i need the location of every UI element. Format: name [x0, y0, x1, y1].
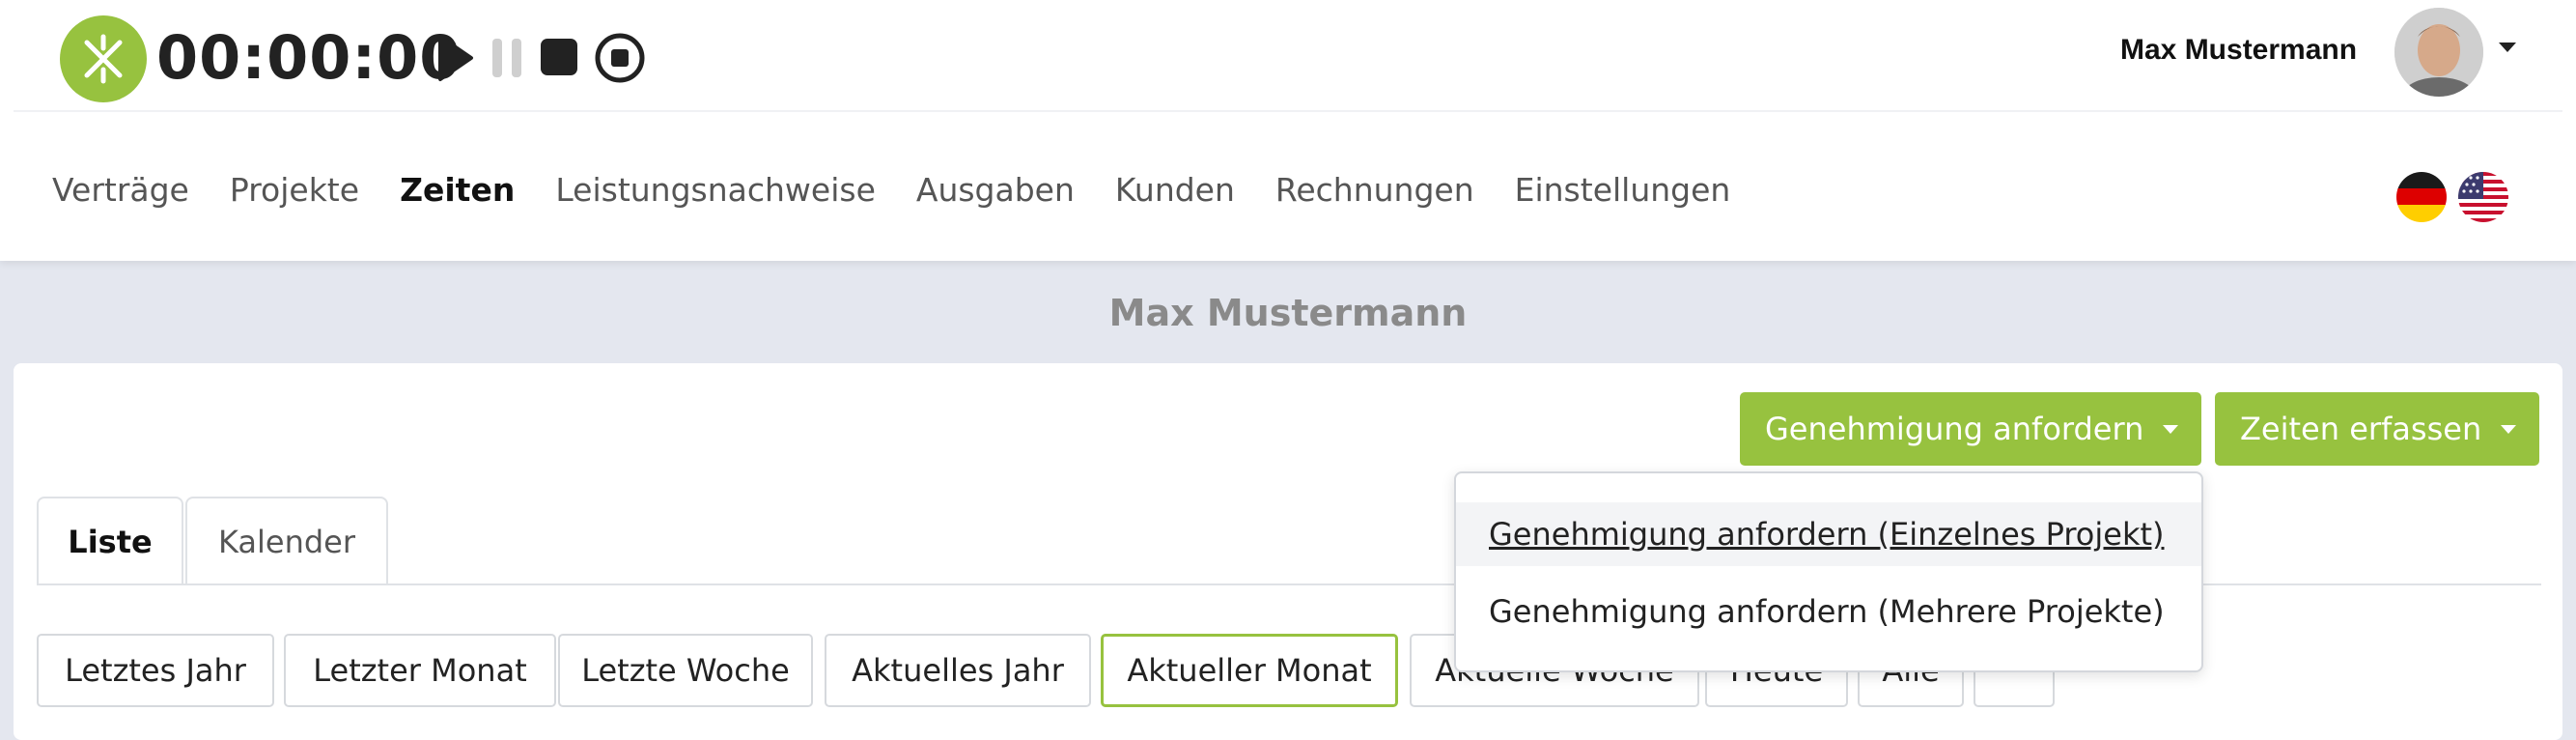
- play-icon[interactable]: [436, 33, 475, 83]
- flag-germany-icon[interactable]: [2396, 172, 2447, 222]
- stop-icon[interactable]: [539, 33, 579, 83]
- filter-letztes-jahr[interactable]: Letztes Jahr: [37, 634, 274, 707]
- request-approval-label: Genehmigung anfordern: [1765, 411, 2144, 447]
- nav-item-kunden[interactable]: Kunden: [1115, 166, 1235, 214]
- dropdown-item-single-project[interactable]: Genehmigung anfordern (Einzelnes Projekt…: [1456, 502, 2201, 566]
- timer-display: 00:00:00: [156, 22, 462, 93]
- flag-usa-icon[interactable]: [2458, 172, 2508, 222]
- filter-aktueller-monat[interactable]: Aktueller Monat: [1101, 634, 1398, 707]
- nav-item-leistungsnachweise[interactable]: Leistungsnachweise: [555, 166, 876, 214]
- nav-item-einstellungen[interactable]: Einstellungen: [1515, 166, 1731, 214]
- chevron-down-icon: [2501, 425, 2516, 434]
- request-approval-button[interactable]: Genehmigung anfordern: [1740, 392, 2201, 466]
- nav-item-rechnungen[interactable]: Rechnungen: [1275, 166, 1474, 214]
- user-name[interactable]: Max Mustermann: [2120, 29, 2357, 71]
- tab-kalender[interactable]: Kalender: [185, 497, 388, 585]
- nav-item-projekte[interactable]: Projekte: [230, 166, 359, 214]
- dropdown-item-multiple-projects[interactable]: Genehmigung anfordern (Mehrere Projekte): [1456, 580, 2201, 643]
- main-nav: Verträge Projekte Zeiten Leistungsnachwe…: [52, 166, 1771, 214]
- page-title: Max Mustermann: [1108, 292, 1468, 334]
- pause-icon[interactable]: [490, 33, 523, 83]
- request-approval-dropdown: Genehmigung anfordern (Einzelnes Projekt…: [1454, 471, 2203, 672]
- record-times-button[interactable]: Zeiten erfassen: [2215, 392, 2539, 466]
- top-header: 00:00:00 Max Mustermann Verträge Projekt…: [0, 0, 2576, 261]
- tab-liste[interactable]: Liste: [37, 497, 183, 585]
- avatar[interactable]: [2394, 8, 2483, 97]
- person-icon: [2394, 8, 2483, 97]
- logo-icon[interactable]: [60, 15, 147, 102]
- filter-aktuelles-jahr[interactable]: Aktuelles Jahr: [825, 634, 1091, 707]
- record-times-label: Zeiten erfassen: [2240, 411, 2482, 447]
- chevron-down-icon: [2163, 425, 2178, 434]
- nav-item-vertraege[interactable]: Verträge: [52, 166, 189, 214]
- nav-item-zeiten[interactable]: Zeiten: [400, 166, 515, 214]
- filter-letzte-woche[interactable]: Letzte Woche: [558, 634, 813, 707]
- chevron-down-icon[interactable]: [2499, 43, 2516, 52]
- record-stop-icon[interactable]: [593, 33, 647, 83]
- header-divider: [14, 110, 2562, 112]
- filter-letzter-monat[interactable]: Letzter Monat: [284, 634, 556, 707]
- nav-item-ausgaben[interactable]: Ausgaben: [916, 166, 1075, 214]
